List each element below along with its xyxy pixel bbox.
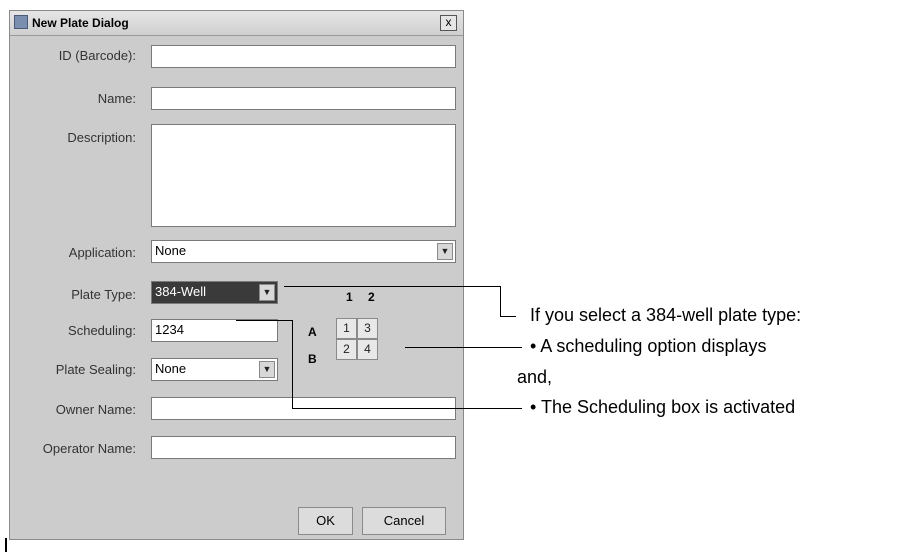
app-icon — [14, 15, 28, 29]
id-label: ID (Barcode): — [58, 48, 136, 63]
grid-cell-b2: 4 — [357, 339, 378, 360]
plate-sealing-label: Plate Sealing: — [55, 362, 136, 377]
scheduling-input[interactable]: 1234 — [151, 319, 278, 342]
description-textarea[interactable] — [151, 124, 456, 227]
title-bar: New Plate Dialog x — [10, 11, 463, 36]
leader-line-grid — [405, 347, 522, 348]
scheduling-label: Scheduling: — [68, 323, 136, 338]
grid-cell-b1: 2 — [336, 339, 357, 360]
application-value: None — [155, 243, 187, 258]
application-label: Application: — [68, 245, 136, 260]
plate-type-value: 384-Well — [155, 284, 207, 299]
leader-line-plate-type-end — [500, 316, 516, 317]
annotation-bullet-2: • The Scheduling box is activated — [530, 397, 796, 417]
ok-button[interactable]: OK — [298, 507, 353, 535]
name-input[interactable] — [151, 87, 456, 110]
grid-row-a: A — [308, 325, 317, 339]
plate-type-label: Plate Type: — [71, 287, 136, 302]
grid-row-b: B — [308, 352, 317, 366]
close-icon[interactable]: x — [440, 15, 457, 31]
dialog-title: New Plate Dialog — [32, 16, 129, 30]
chevron-down-icon[interactable]: ▼ — [437, 243, 453, 260]
chevron-down-icon[interactable]: ▼ — [259, 361, 275, 378]
leader-line-plate-type-drop — [500, 286, 501, 316]
chevron-down-icon[interactable]: ▼ — [259, 284, 275, 301]
annotation-joiner: and, — [517, 367, 553, 387]
operator-name-input[interactable] — [151, 436, 456, 459]
leader-line-scheduling-drop — [292, 320, 293, 408]
annotation-intro: If you select a 384-well plate type: — [530, 305, 802, 325]
id-barcode-input[interactable] — [151, 45, 456, 68]
plate-type-select[interactable]: 384-Well ▼ — [151, 281, 278, 304]
leader-line-scheduling — [236, 320, 292, 321]
grid-cell-a1: 1 — [336, 318, 357, 339]
annotation-bullet-1: • A scheduling option displays — [530, 336, 767, 356]
margin-marker — [5, 538, 7, 552]
operator-name-label: Operator Name: — [42, 441, 136, 456]
plate-sealing-select[interactable]: None ▼ — [151, 358, 278, 381]
grid-column-2: 2 — [368, 290, 375, 304]
owner-name-label: Owner Name: — [55, 402, 136, 417]
plate-sealing-value: None — [155, 361, 187, 376]
grid-cell-a2: 3 — [357, 318, 378, 339]
cancel-button[interactable]: Cancel — [362, 507, 446, 535]
new-plate-dialog: New Plate Dialog x ID (Barcode): Name: D… — [9, 10, 464, 540]
description-label: Description: — [67, 130, 136, 145]
application-select[interactable]: None ▼ — [151, 240, 456, 263]
leader-line-plate-type — [284, 286, 500, 287]
grid-column-1: 1 — [346, 290, 353, 304]
name-label: Name: — [97, 91, 136, 106]
leader-line-scheduling-end — [292, 408, 522, 409]
